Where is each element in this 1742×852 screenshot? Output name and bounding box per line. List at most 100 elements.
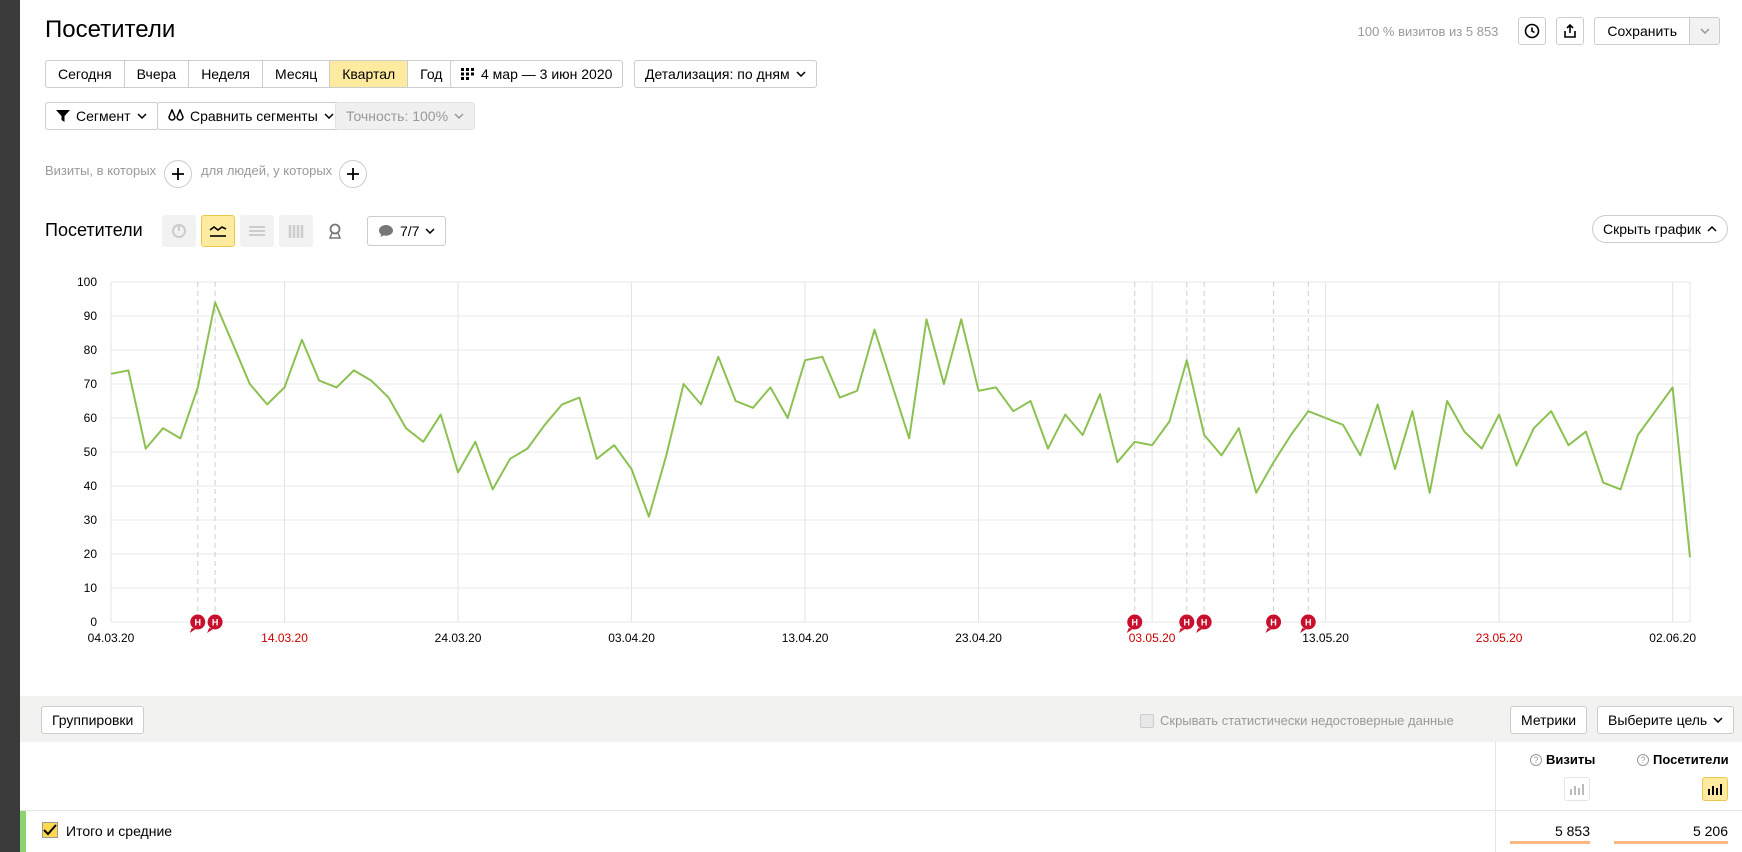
bar-chart-icon [1708, 784, 1722, 795]
x-tick-label: 23.05.20 [1476, 631, 1523, 645]
metrics-label: Метрики [1521, 712, 1577, 728]
note-marker-label: Н [195, 618, 202, 628]
y-tick-label: 40 [84, 479, 98, 493]
groupings-label: Группировки [52, 712, 134, 728]
compare-segments-dropdown[interactable]: Сравнить сегменты [157, 102, 345, 130]
period-tab-quarter[interactable]: Квартал [330, 61, 409, 87]
table-row-total [20, 810, 1742, 852]
chart-y-axis: 0 10 20 30 40 50 60 70 80 90 100 [77, 275, 97, 629]
x-tick-label: 04.03.20 [88, 631, 135, 645]
total-visits-bar [1510, 841, 1590, 844]
hide-chart-label: Скрыть график [1603, 221, 1701, 237]
chart-type-line-button[interactable] [201, 215, 235, 247]
column-visits-label: Визиты [1546, 752, 1596, 767]
metrics-button[interactable]: Метрики [1510, 706, 1588, 734]
add-visit-condition-button[interactable] [164, 160, 192, 188]
notes-count: 7/7 [400, 223, 420, 239]
y-tick-label: 0 [90, 615, 97, 629]
notes-dropdown[interactable]: 7/7 [367, 216, 447, 246]
table-toolbar [20, 696, 1742, 742]
chart-type-bar-button[interactable] [279, 215, 313, 247]
y-tick-label: 100 [77, 275, 97, 289]
x-tick-label: 13.05.20 [1302, 631, 1349, 645]
chevron-down-icon [1713, 717, 1723, 723]
period-tab-yesterday[interactable]: Вчера [125, 61, 190, 87]
y-tick-label: 90 [84, 309, 98, 323]
visitors-series-line [110, 301, 1691, 558]
add-people-condition-button[interactable] [339, 160, 367, 188]
column-visitors-label: Посетители [1653, 752, 1729, 767]
comment-icon [379, 225, 393, 237]
date-range-button[interactable]: 4 мар — 3 июн 2020 [450, 60, 624, 88]
compare-label: Сравнить сегменты [190, 108, 318, 124]
save-button-group: Сохранить [1594, 17, 1720, 45]
total-visits-value: 5 853 [1554, 823, 1590, 839]
note-marker-label: Н [1184, 618, 1191, 628]
y-tick-label: 80 [84, 343, 98, 357]
goal-dropdown[interactable]: Выберите цель [1597, 706, 1735, 734]
compare-icon [168, 109, 184, 121]
visitors-chart-toggle[interactable] [1702, 777, 1728, 801]
note-marker-label: Н [1305, 618, 1312, 628]
chevron-down-icon [425, 228, 435, 234]
y-tick-label: 60 [84, 411, 98, 425]
hide-chart-button[interactable]: Скрыть график [1592, 215, 1728, 243]
checkmark-icon [43, 824, 57, 836]
chart-type-map-button[interactable] [318, 215, 352, 247]
x-tick-label: 23.04.20 [955, 631, 1002, 645]
total-visitors-value: 5 206 [1692, 823, 1728, 839]
x-tick-label: 13.04.20 [782, 631, 829, 645]
x-tick-label: 03.05.20 [1129, 631, 1176, 645]
period-tab-year[interactable]: Год [408, 61, 454, 87]
clock-icon [1525, 23, 1540, 39]
visits-condition-label: Визиты, в которых [45, 163, 157, 178]
chevron-up-icon [1707, 226, 1717, 232]
map-pin-icon [328, 223, 342, 239]
chevron-down-icon [137, 113, 147, 119]
header-actions: 100 % визитов из 5 853 Сохранить [1358, 17, 1720, 45]
history-button[interactable] [1518, 17, 1547, 45]
row-color-accent [20, 811, 26, 852]
x-tick-label: 03.04.20 [608, 631, 655, 645]
segment-label: Сегмент [76, 108, 131, 124]
chevron-down-icon [1699, 28, 1710, 34]
chart-type-area-button[interactable] [240, 215, 274, 247]
note-marker: Н [207, 614, 223, 633]
calendar-icon [461, 68, 474, 80]
column-header-visitors[interactable]: ? Посетители [1637, 752, 1729, 767]
visits-chart-toggle[interactable] [1564, 777, 1590, 801]
bar-chart-icon [1570, 784, 1584, 795]
note-marker-label: Н [1131, 618, 1138, 628]
accuracy-label: Точность: 100% [346, 108, 449, 124]
note-marker: Н [189, 614, 206, 633]
chevron-down-icon [324, 113, 334, 119]
export-button[interactable] [1556, 17, 1585, 45]
x-tick-label: 24.03.20 [435, 631, 482, 645]
note-marker: Н [1265, 614, 1282, 633]
total-row-checkbox[interactable] [42, 822, 58, 838]
y-tick-label: 20 [84, 547, 98, 561]
chart-type-pie-button[interactable] [162, 215, 196, 247]
groupings-button[interactable]: Группировки [41, 706, 145, 734]
note-marker-label: Н [1201, 618, 1208, 628]
plus-icon [347, 168, 359, 180]
detail-label: Детализация: по дням [645, 66, 790, 82]
note-marker-label: Н [1270, 618, 1277, 628]
checkbox-box[interactable] [1140, 713, 1154, 728]
save-menu-button[interactable] [1689, 18, 1719, 44]
period-tab-today[interactable]: Сегодня [46, 61, 125, 87]
segment-dropdown[interactable]: Сегмент [45, 102, 158, 130]
help-icon[interactable]: ? [1637, 753, 1649, 766]
save-button[interactable]: Сохранить [1595, 18, 1689, 44]
accuracy-dropdown[interactable]: Точность: 100% [335, 102, 476, 130]
help-icon[interactable]: ? [1530, 753, 1542, 766]
goal-label: Выберите цель [1608, 712, 1708, 728]
detail-dropdown[interactable]: Детализация: по дням [634, 60, 817, 88]
period-tab-week[interactable]: Неделя [189, 61, 264, 87]
hide-unreliable-checkbox[interactable]: Скрывать статистически недостоверные дан… [1140, 713, 1454, 728]
area-chart-icon [249, 226, 265, 236]
chart-grid [110, 281, 1691, 623]
period-tab-month[interactable]: Месяц [263, 61, 331, 87]
column-header-visits[interactable]: ? Визиты [1530, 752, 1595, 767]
note-marker-label: Н [212, 618, 219, 628]
